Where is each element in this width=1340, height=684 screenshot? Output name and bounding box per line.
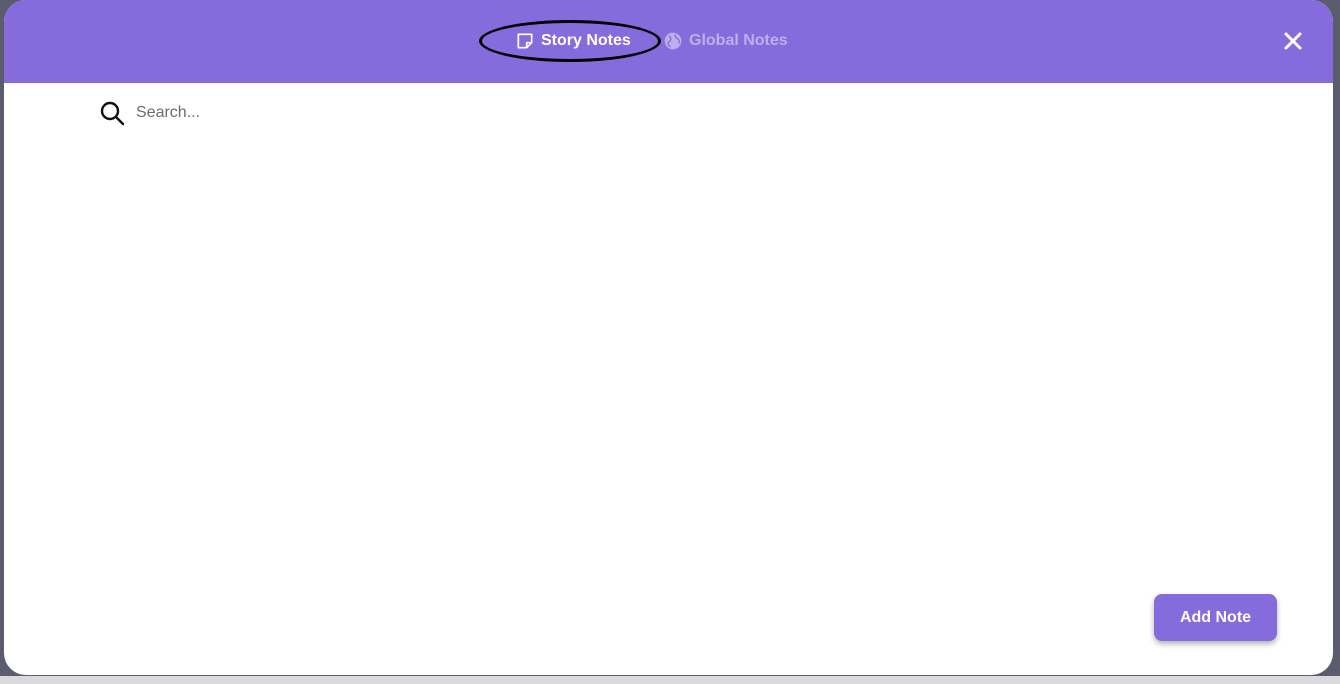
sticky-note-icon bbox=[515, 31, 535, 51]
tab-story-notes[interactable]: Story Notes bbox=[515, 28, 631, 54]
globe-icon bbox=[663, 31, 683, 51]
close-button[interactable] bbox=[1282, 30, 1304, 52]
tab-label: Story Notes bbox=[541, 32, 631, 49]
close-icon bbox=[1282, 32, 1304, 56]
tab-global-notes[interactable]: Global Notes bbox=[663, 28, 788, 54]
tab-label: Global Notes bbox=[689, 32, 788, 49]
modal-header: Story Notes Global Notes bbox=[4, 0, 1333, 83]
search-bar bbox=[98, 98, 798, 128]
search-input[interactable] bbox=[134, 103, 738, 123]
add-note-button[interactable]: Add Note bbox=[1154, 594, 1277, 641]
search-icon bbox=[98, 99, 126, 127]
notes-modal: Story Notes Global Notes Search... Add N… bbox=[4, 0, 1333, 675]
backdrop-strip bbox=[0, 676, 1340, 684]
